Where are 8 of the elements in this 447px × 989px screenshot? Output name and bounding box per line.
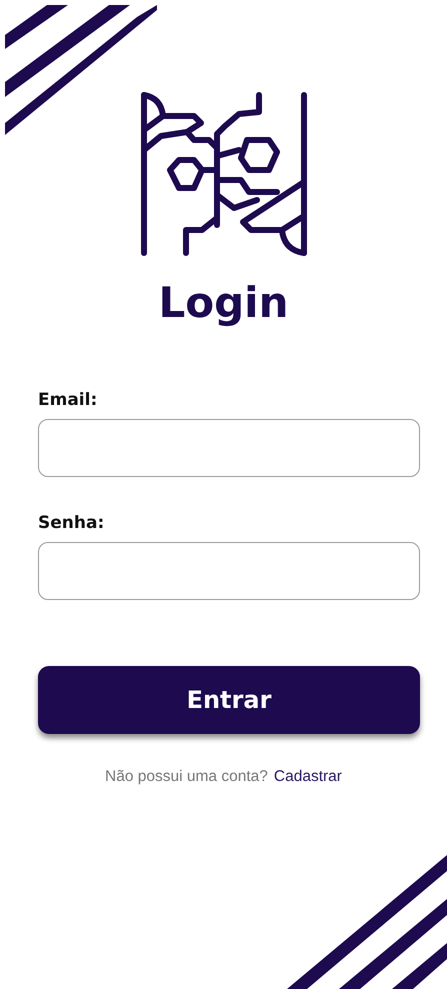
field-label: Email: (38, 390, 98, 410)
login-button[interactable]: Entrar (38, 666, 420, 734)
field-label: Senha: (38, 513, 106, 534)
page-title: Login (158, 278, 288, 328)
signup-link[interactable]: Cadastrar (274, 768, 342, 786)
input-field[interactable] (38, 542, 420, 600)
input-field[interactable] (38, 419, 420, 478)
signup-prompt: Não possui uma conta? (105, 768, 268, 786)
